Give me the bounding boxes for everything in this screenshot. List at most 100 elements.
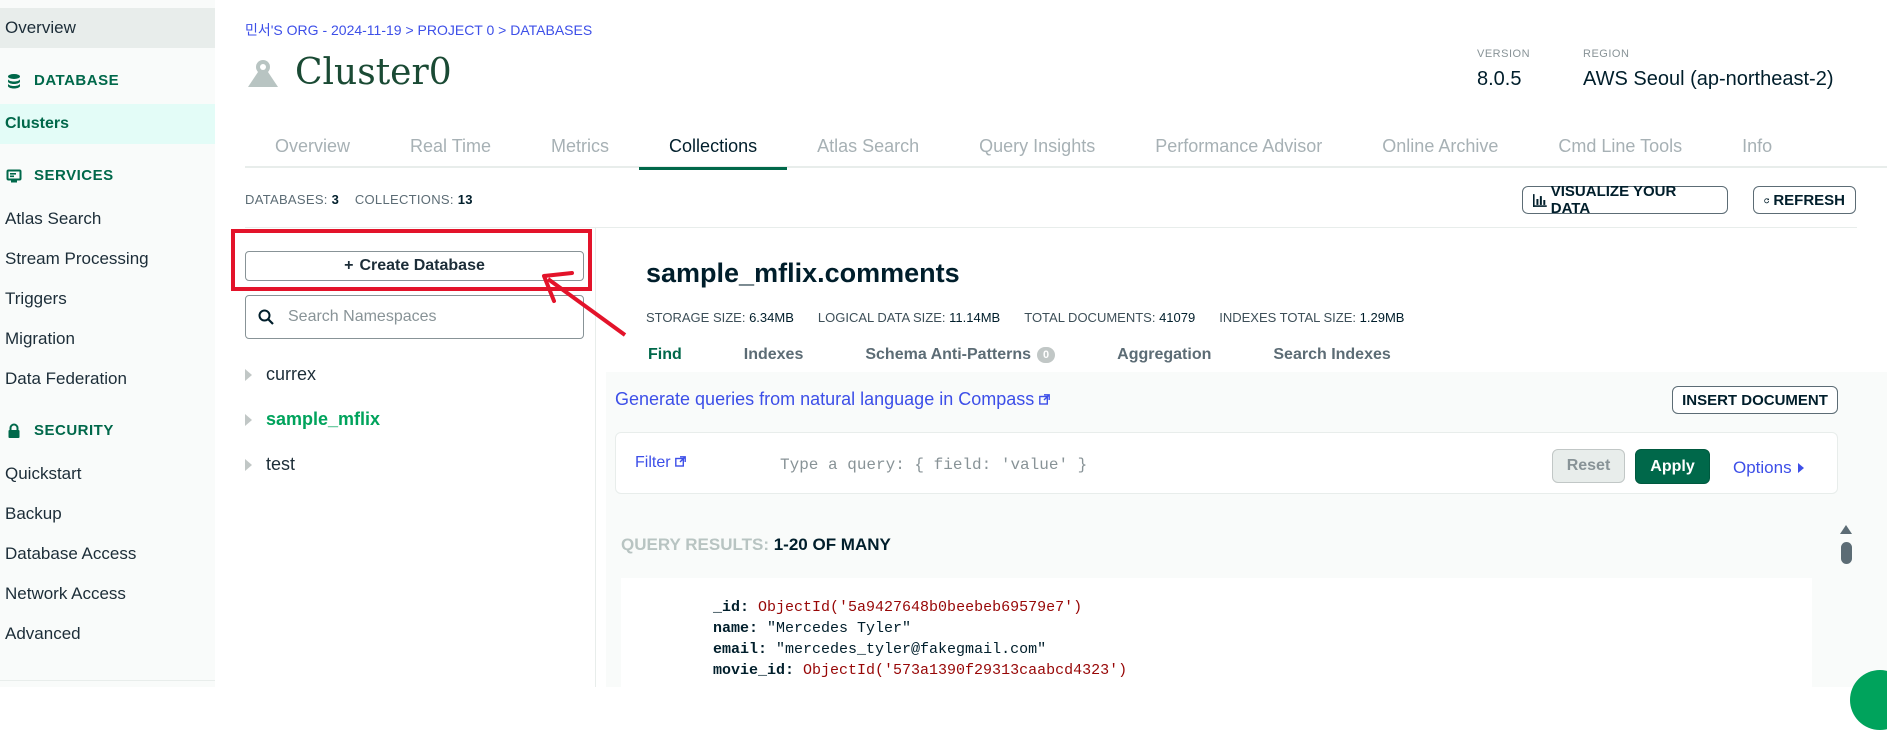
external-link-icon <box>1039 394 1051 405</box>
version-value: 8.0.5 <box>1477 68 1522 90</box>
tab-metrics[interactable]: Metrics <box>521 132 639 168</box>
collections-count-label: COLLECTIONS: <box>354 192 454 207</box>
chart-icon <box>1533 193 1547 207</box>
document-field-movie-id: movie_id: ObjectId('573a1390f29313caabcd… <box>713 662 1128 679</box>
sidebar-item-quickstart[interactable]: Quickstart <box>5 464 82 484</box>
sidebar-item-database-access[interactable]: Database Access <box>5 544 136 564</box>
tab-collections[interactable]: Collections <box>639 132 788 170</box>
options-label: Options <box>1733 458 1792 477</box>
anti-patterns-count-badge: 0 <box>1037 347 1056 363</box>
tab-info[interactable]: Info <box>1712 132 1802 168</box>
services-icon <box>6 169 22 182</box>
sidebar-item-overview[interactable]: Overview <box>0 8 215 48</box>
sidebar: Overview DATABASE Clusters SERVICES Atla… <box>0 0 215 687</box>
cluster-name: Cluster0 <box>295 52 452 93</box>
refresh-label: REFRESH <box>1773 191 1845 209</box>
subtab-label: Schema Anti-Patterns <box>865 346 1032 363</box>
document-field-name: name: "Mercedes Tyler" <box>713 620 912 637</box>
cluster-icon <box>248 59 278 87</box>
caret-right-icon <box>1797 463 1804 473</box>
database-item-test[interactable]: test <box>245 454 295 475</box>
tab-atlas-search[interactable]: Atlas Search <box>787 132 949 168</box>
filter-label: Filter <box>635 454 671 471</box>
sidebar-item-network-access[interactable]: Network Access <box>5 584 126 604</box>
databases-count-label: DATABASES: <box>245 192 328 207</box>
database-item-currex[interactable]: currex <box>245 364 316 385</box>
sidebar-section-label: DATABASE <box>34 72 120 89</box>
expand-caret-icon[interactable] <box>245 368 252 381</box>
external-link-icon <box>675 456 686 467</box>
filter-help-link[interactable]: Filter <box>635 454 686 472</box>
tab-performance-advisor[interactable]: Performance Advisor <box>1125 132 1352 168</box>
database-icon <box>8 73 20 88</box>
sidebar-item-migration[interactable]: Migration <box>5 329 75 349</box>
sidebar-item-data-federation[interactable]: Data Federation <box>5 369 127 389</box>
indexes-size-stat: INDEXES TOTAL SIZE: 1.29MB <box>1219 310 1405 325</box>
document-field-email: email: "mercedes_tyler@fakegmail.com" <box>713 641 1047 658</box>
search-icon <box>258 309 274 325</box>
sidebar-item-advanced[interactable]: Advanced <box>5 624 81 644</box>
databases-count: 3 <box>331 192 340 207</box>
search-namespaces-field[interactable] <box>245 295 584 339</box>
options-toggle[interactable]: Options <box>1733 458 1804 478</box>
visualize-data-label: VISUALIZE YOUR DATA <box>1550 183 1677 217</box>
subtab-search-indexes[interactable]: Search Indexes <box>1242 346 1421 364</box>
content-divider <box>245 227 1857 228</box>
collection-title: sample_mflix.comments <box>646 258 960 288</box>
page-title: Cluster0 <box>245 52 452 93</box>
region-value: AWS Seoul (ap-northeast-2) <box>1583 68 1834 90</box>
annotation-highlight-box <box>231 229 592 291</box>
total-documents-stat: TOTAL DOCUMENTS: 41079 <box>1024 310 1196 325</box>
sidebar-section-label: SECURITY <box>34 422 114 439</box>
visualize-data-button[interactable]: VISUALIZE YOUR DATA <box>1522 183 1728 217</box>
sidebar-section-security: SECURITY <box>6 422 114 439</box>
collections-count: 13 <box>457 192 473 207</box>
storage-size-stat: STORAGE SIZE: 6.34MB <box>646 310 794 325</box>
sidebar-item-stream-processing[interactable]: Stream Processing <box>5 249 149 269</box>
tab-online-archive[interactable]: Online Archive <box>1352 132 1528 168</box>
document-field-id: _id: ObjectId('5a9427648b0beebeb69579e7'… <box>713 599 1083 616</box>
filter-query-input[interactable]: Type a query: { field: 'value' } <box>780 456 1087 474</box>
database-item-sample-mflix[interactable]: sample_mflix <box>245 409 380 430</box>
collection-stats: STORAGE SIZE: 6.34MB LOGICAL DATA SIZE: … <box>646 310 1404 325</box>
sidebar-item-clusters[interactable]: Clusters <box>0 104 215 144</box>
sidebar-section-database: DATABASE <box>6 72 119 89</box>
sidebar-item-atlas-search[interactable]: Atlas Search <box>5 209 101 229</box>
region-label: REGION <box>1583 48 1630 60</box>
insert-document-button[interactable]: INSERT DOCUMENT <box>1672 386 1838 414</box>
query-results-label: QUERY RESULTS: 1-20 OF MANY <box>621 535 891 555</box>
logical-size-stat: LOGICAL DATA SIZE: 11.14MB <box>817 310 1001 325</box>
compass-nl-link[interactable]: Generate queries from natural language i… <box>615 389 1051 410</box>
expand-caret-icon[interactable] <box>245 413 252 426</box>
database-name: currex <box>266 364 317 384</box>
breadcrumb[interactable]: 민서'S ORG - 2024-11-19 > PROJECT 0 > DATA… <box>245 20 592 40</box>
tab-overview[interactable]: Overview <box>245 132 380 168</box>
compass-nl-link-label: Generate queries from natural language i… <box>615 389 1035 409</box>
query-results-prefix: QUERY RESULTS: <box>621 535 769 554</box>
sidebar-section-label: SERVICES <box>34 167 114 184</box>
apply-button[interactable]: Apply <box>1635 449 1710 484</box>
tab-query-insights[interactable]: Query Insights <box>949 132 1125 168</box>
database-name: sample_mflix <box>266 409 381 429</box>
subtab-indexes[interactable]: Indexes <box>713 346 835 364</box>
subtab-aggregation[interactable]: Aggregation <box>1086 346 1242 364</box>
scrollbar-thumb[interactable] <box>1841 542 1852 564</box>
sidebar-item-backup[interactable]: Backup <box>5 504 62 524</box>
query-results-range: 1-20 OF MANY <box>773 535 891 554</box>
scroll-up-arrow-icon[interactable] <box>1840 525 1852 534</box>
expand-caret-icon[interactable] <box>245 458 252 471</box>
search-namespaces-input[interactable] <box>288 308 568 326</box>
annotation-arrow-icon <box>542 271 627 337</box>
subtab-find[interactable]: Find <box>617 346 713 364</box>
subtab-schema-anti-patterns[interactable]: Schema Anti-Patterns 0 <box>834 346 1086 364</box>
version-label: VERSION <box>1477 48 1531 60</box>
tab-real-time[interactable]: Real Time <box>380 132 521 168</box>
refresh-button[interactable]: REFRESH <box>1753 186 1856 214</box>
lock-icon <box>8 423 20 438</box>
tab-cmd-line-tools[interactable]: Cmd Line Tools <box>1528 132 1712 168</box>
refresh-icon <box>1764 197 1770 203</box>
collection-sub-tabs: Find Indexes Schema Anti-Patterns 0 Aggr… <box>617 346 1422 364</box>
sidebar-item-triggers[interactable]: Triggers <box>5 289 67 309</box>
reset-button[interactable]: Reset <box>1552 449 1625 483</box>
collection-counts: DATABASES: 3 COLLECTIONS: 13 <box>245 192 473 207</box>
